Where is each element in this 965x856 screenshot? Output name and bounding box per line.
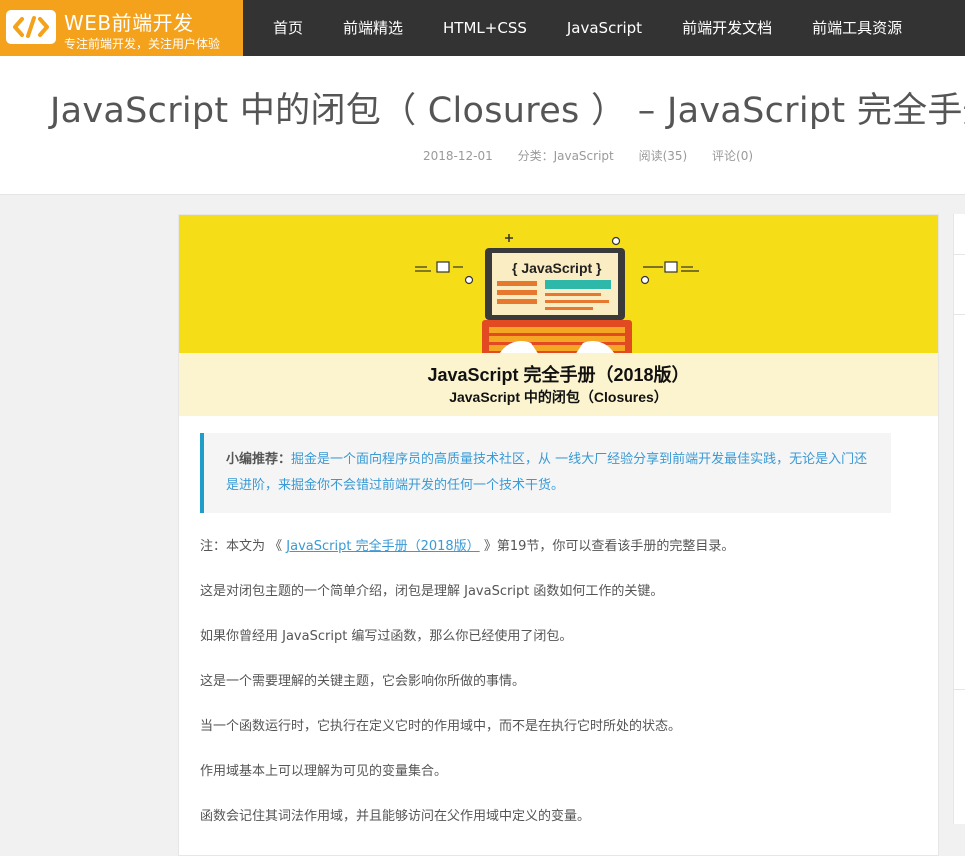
post-title: JavaScript 中的闭包（ Closures ） – JavaScript… <box>50 91 965 131</box>
recommend-box: 小编推荐：掘金是一个面向程序员的高质量技术社区，从 一线大厂经验分享到前端开发最… <box>200 433 891 513</box>
post-category[interactable]: 分类：JavaScript <box>518 149 614 163</box>
nav-item-html-css[interactable]: HTML+CSS <box>423 0 547 56</box>
main-nav: 首页 前端精选 HTML+CSS JavaScript 前端开发文档 前端工具资… <box>243 0 922 56</box>
post-views: 阅读(35) <box>638 149 688 163</box>
post-date: 2018-12-01 <box>423 149 493 163</box>
article-card: { JavaScript } JavaScript 完全手册（2018版） Ja… <box>178 214 939 856</box>
site-logo[interactable]: WEB前端开发 专注前端开发，关注用户体验 <box>0 0 243 56</box>
article-paragraph: 这是一个需要理解的关键主题，它会影响你所做的事情。 <box>200 674 526 689</box>
article-paragraph: 如果你曾经用 JavaScript 编写过函数，那么你已经使用了闭包。 <box>200 629 573 644</box>
post-header: JavaScript 中的闭包（ Closures ） – JavaScript… <box>0 56 965 195</box>
site-title[interactable]: WEB前端开发 <box>64 7 194 36</box>
nav-item-javascript[interactable]: JavaScript <box>547 0 662 56</box>
nav-item-tools[interactable]: 前端工具资源 <box>792 0 922 56</box>
article-paragraph: 函数会记住其词法作用域，并且能够访问在父作用域中定义的变量。 <box>200 809 591 824</box>
banner-screen-text: { JavaScript } <box>512 260 602 276</box>
article-paragraph: 当一个函数运行时，它执行在定义它时的作用域中，而不是在执行它时所处的状态。 <box>200 719 682 734</box>
sidebar-edge <box>953 214 965 824</box>
site-slogan: 专注前端开发，关注用户体验 <box>64 37 221 51</box>
article-banner-image: { JavaScript } JavaScript 完全手册（2018版） Ja… <box>179 215 938 416</box>
article-paragraph: 这是对闭包主题的一个简单介绍，闭包是理解 JavaScript 函数如何工作的关… <box>200 584 664 599</box>
article-paragraph: 注：本文为 《 JavaScript 完全手册（2018版） 》第19节，你可以… <box>200 539 735 554</box>
nav-item-home[interactable]: 首页 <box>243 0 323 56</box>
banner-subheading: JavaScript 中的闭包（Closures） <box>449 389 668 405</box>
post-comments[interactable]: 评论(0) <box>712 149 753 163</box>
article-paragraph: 作用域基本上可以理解为可见的变量集合。 <box>200 764 448 779</box>
recommend-label: 小编推荐： <box>226 452 292 467</box>
nav-item-docs[interactable]: 前端开发文档 <box>662 0 792 56</box>
top-nav-bar: WEB前端开发 专注前端开发，关注用户体验 首页 前端精选 HTML+CSS J… <box>0 0 965 56</box>
handbook-link[interactable]: JavaScript 完全手册（2018版） <box>286 539 479 554</box>
recommend-link[interactable]: 掘金是一个面向程序员的高质量技术社区，从 一线大厂经验分享到前端开发最佳实践，无… <box>226 452 867 493</box>
post-meta: 2018-12-01 分类：JavaScript 阅读(35) 评论(0) <box>423 147 774 164</box>
code-brackets-icon <box>6 10 56 44</box>
banner-heading: JavaScript 完全手册（2018版） <box>427 365 690 385</box>
nav-item-featured[interactable]: 前端精选 <box>323 0 423 56</box>
